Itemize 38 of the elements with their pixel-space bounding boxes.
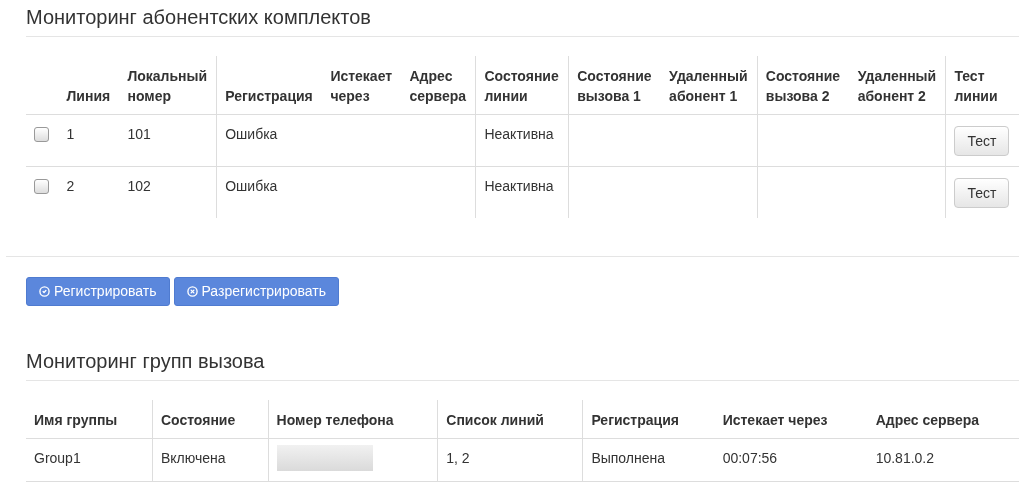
column-header: Состояние вызова 2: [757, 56, 850, 115]
table-cell: Group1: [26, 438, 153, 482]
table-cell: 1, 2: [437, 438, 583, 482]
column-header: Локальный номер: [119, 56, 217, 115]
column-header: Состояние вызова 1: [568, 56, 662, 115]
unregister-button[interactable]: Разрегистрировать: [173, 277, 339, 306]
table-cell: Неактивна: [475, 114, 569, 167]
column-header: Регистрация: [216, 56, 323, 115]
table-cell: Ошибка: [216, 114, 323, 167]
table-cell: Неактивна: [475, 166, 569, 218]
column-header: Состояние: [152, 400, 269, 439]
section-title: Мониторинг групп вызова: [26, 344, 1019, 381]
column-header: Удаленный абонент 2: [849, 56, 946, 115]
column-header: Состояние линии: [475, 56, 569, 115]
column-header: Истекает через: [714, 400, 868, 439]
table-cell: 1: [58, 114, 120, 167]
table-cell: 00:07:56: [714, 438, 868, 482]
section-title: Мониторинг абонентских комплектов: [26, 0, 1019, 37]
table-cell: 102: [119, 166, 217, 218]
test-button[interactable]: Тест: [954, 178, 1010, 208]
column-header: Тест линии: [945, 56, 1019, 115]
column-header: Список линий: [437, 400, 583, 439]
column-header: Истекает через: [322, 56, 402, 115]
column-header: Линия: [58, 56, 120, 115]
table-cell: 2: [58, 166, 120, 218]
table-cell: Включена: [152, 438, 269, 482]
test-button[interactable]: Тест: [954, 126, 1010, 156]
table-cell: Выполнена: [582, 438, 715, 482]
column-header: Адрес сервера: [401, 56, 476, 115]
table-cell: 10.81.0.2: [867, 438, 1019, 482]
column-header: Номер телефона: [268, 400, 438, 439]
table-cell: Ошибка: [216, 166, 323, 218]
column-header: Имя группы: [26, 400, 153, 439]
column-header: Адрес сервера: [867, 400, 1019, 439]
column-header: Удаленный абонент 1: [661, 56, 758, 115]
column-header: Регистрация: [582, 400, 715, 439]
register-button[interactable]: Регистрировать: [26, 277, 170, 306]
table-cell: 101: [119, 114, 217, 167]
